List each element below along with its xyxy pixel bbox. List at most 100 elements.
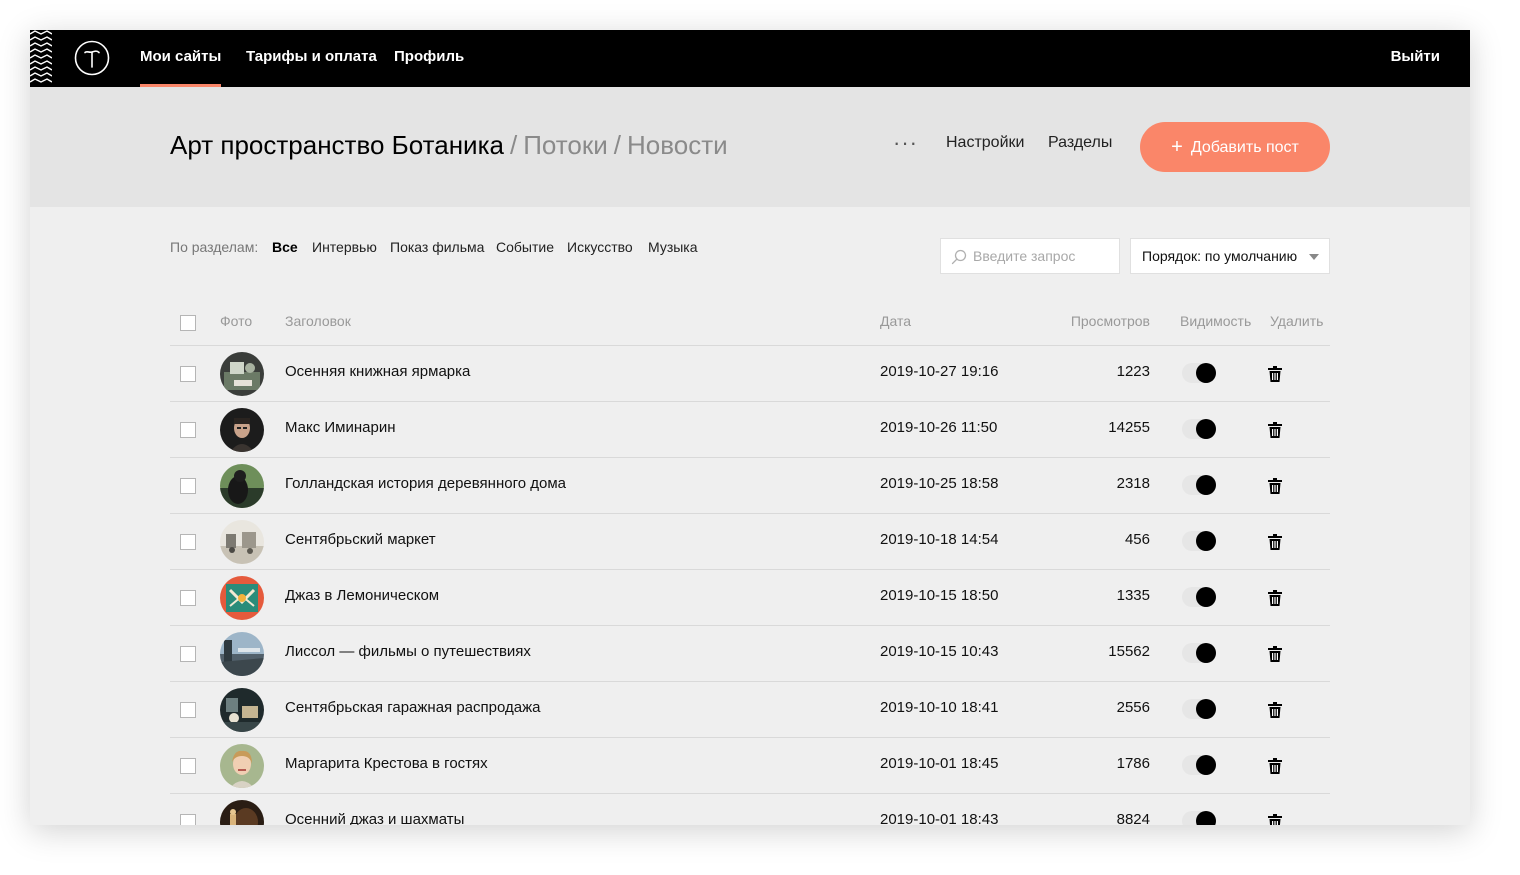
visibility-toggle[interactable] [1182, 475, 1216, 495]
table-row[interactable]: Осенний джаз и шахматы 2019-10-01 18:43 88… [170, 794, 1330, 825]
trash-icon[interactable] [1268, 758, 1282, 774]
toggle-knob [1196, 699, 1216, 719]
column-date[interactable]: Дата [880, 313, 911, 329]
filter-art[interactable]: Искусство [567, 239, 633, 255]
settings-link[interactable]: Настройки [946, 134, 1024, 152]
row-checkbox[interactable] [180, 366, 196, 382]
trash-icon[interactable] [1268, 814, 1282, 825]
filter-interview[interactable]: Интервью [312, 239, 377, 255]
post-date: 2019-10-25 18:58 [880, 475, 999, 492]
visibility-toggle[interactable] [1182, 419, 1216, 439]
toggle-knob [1196, 755, 1216, 775]
post-title[interactable]: Лиссол — фильмы о путешествиях [285, 643, 531, 660]
nav-tariffs[interactable]: Тарифы и оплата [246, 30, 377, 87]
visibility-toggle[interactable] [1182, 531, 1216, 551]
row-checkbox[interactable] [180, 646, 196, 662]
visibility-toggle[interactable] [1182, 699, 1216, 719]
post-date: 2019-10-18 14:54 [880, 531, 999, 548]
table-row[interactable]: Джаз в Лемоническом 2019-10-15 18:50 1335 [170, 570, 1330, 626]
toggle-knob [1196, 587, 1216, 607]
app-window: Мои сайты Тарифы и оплата Профиль Выйти … [30, 30, 1470, 825]
table-row[interactable]: Лиссол — фильмы о путешествиях 2019-10-15… [170, 626, 1330, 682]
post-title[interactable]: Маргарита Крестова в гостях [285, 755, 488, 772]
post-photo [220, 688, 264, 732]
toggle-knob [1196, 475, 1216, 495]
page-header: Арт пространство Ботаника / Потоки / Новости… [30, 87, 1470, 207]
visibility-toggle[interactable] [1182, 587, 1216, 607]
row-checkbox[interactable] [180, 758, 196, 774]
toggle-knob [1196, 363, 1216, 383]
table-row[interactable]: Макс Иминарин 2019-10-26 11:50 14255 [170, 402, 1330, 458]
table-row[interactable]: Осенняя книжная ярмарка 2019-10-27 19:16 1… [170, 346, 1330, 402]
post-title[interactable]: Осенний джаз и шахматы [285, 811, 464, 825]
breadcrumb-page: Новости [627, 130, 728, 160]
toggle-knob [1196, 419, 1216, 439]
trash-icon[interactable] [1268, 702, 1282, 718]
column-views[interactable]: Просмотров [1071, 313, 1150, 329]
post-views: 2556 [1116, 699, 1150, 716]
order-select-value: Порядок: по умолчанию [1142, 248, 1298, 264]
filter-event[interactable]: Событие [496, 239, 554, 255]
post-photo [220, 352, 264, 396]
filter-music[interactable]: Музыка [648, 239, 698, 255]
more-options-icon[interactable]: ··· [893, 132, 918, 154]
add-post-button[interactable]: + Добавить пост [1140, 122, 1330, 172]
filter-film-screening[interactable]: Показ фильма [390, 239, 484, 255]
trash-icon[interactable] [1268, 590, 1282, 606]
column-title[interactable]: Заголовок [285, 313, 351, 329]
table-header: Фото Заголовок Дата Просмотров Видимость… [170, 300, 1330, 346]
select-all-checkbox[interactable] [180, 315, 196, 331]
row-checkbox[interactable] [180, 422, 196, 438]
filter-all[interactable]: Все [272, 239, 298, 255]
post-views: 15562 [1108, 643, 1150, 660]
row-checkbox[interactable] [180, 814, 196, 825]
filter-label: По разделам: [170, 239, 259, 255]
row-checkbox[interactable] [180, 590, 196, 606]
visibility-toggle[interactable] [1182, 755, 1216, 775]
tilda-logo-icon[interactable] [74, 40, 110, 76]
add-post-label: Добавить пост [1190, 139, 1299, 156]
order-select[interactable]: Порядок: по умолчанию [1130, 238, 1330, 274]
visibility-toggle[interactable] [1182, 363, 1216, 383]
trash-icon[interactable] [1268, 534, 1282, 550]
table-row[interactable]: Маргарита Крестова в гостях 2019-10-01 18… [170, 738, 1330, 794]
logout-link[interactable]: Выйти [1391, 30, 1440, 87]
post-views: 1335 [1116, 587, 1150, 604]
trash-icon[interactable] [1268, 478, 1282, 494]
visibility-toggle[interactable] [1182, 643, 1216, 663]
post-title[interactable]: Сентябрьский маркет [285, 531, 436, 548]
breadcrumb: Арт пространство Ботаника / Потоки / Новости [170, 130, 728, 161]
nav-my-sites[interactable]: Мои сайты [140, 30, 222, 87]
post-title[interactable]: Осенняя книжная ярмарка [285, 363, 470, 380]
table-row[interactable]: Голландская история деревянного дома 2019… [170, 458, 1330, 514]
search-icon [951, 249, 967, 265]
post-date: 2019-10-10 18:41 [880, 699, 999, 716]
row-checkbox[interactable] [180, 534, 196, 550]
post-title[interactable]: Голландская история деревянного дома [285, 475, 566, 492]
breadcrumb-project[interactable]: Арт пространство Ботаника [170, 130, 504, 160]
post-title[interactable]: Джаз в Лемоническом [285, 587, 439, 604]
visibility-toggle[interactable] [1182, 811, 1216, 825]
post-date: 2019-10-01 18:43 [880, 811, 999, 825]
search-input[interactable] [973, 239, 1113, 273]
row-checkbox[interactable] [180, 478, 196, 494]
post-views: 2318 [1116, 475, 1150, 492]
trash-icon[interactable] [1268, 366, 1282, 382]
trash-icon[interactable] [1268, 646, 1282, 662]
table-row[interactable]: Сентябрьский маркет 2019-10-18 14:54 456 [170, 514, 1330, 570]
nav-profile[interactable]: Профиль [394, 30, 464, 87]
trash-icon[interactable] [1268, 422, 1282, 438]
post-photo [220, 800, 264, 825]
top-nav: Мои сайты Тарифы и оплата Профиль Выйти [30, 30, 1470, 87]
sections-link[interactable]: Разделы [1048, 134, 1112, 152]
breadcrumb-section[interactable]: Потоки [523, 130, 608, 160]
post-title[interactable]: Макс Иминарин [285, 419, 396, 436]
post-views: 1786 [1116, 755, 1150, 772]
post-photo [220, 408, 264, 452]
table-row[interactable]: Сентябрьская гаражная распродажа 2019-10-… [170, 682, 1330, 738]
post-views: 1223 [1116, 363, 1150, 380]
plus-icon: + [1171, 136, 1183, 158]
post-title[interactable]: Сентябрьская гаражная распродажа [285, 699, 540, 716]
row-checkbox[interactable] [180, 702, 196, 718]
posts-table-body: Осенняя книжная ярмарка 2019-10-27 19:16 1… [170, 346, 1330, 825]
